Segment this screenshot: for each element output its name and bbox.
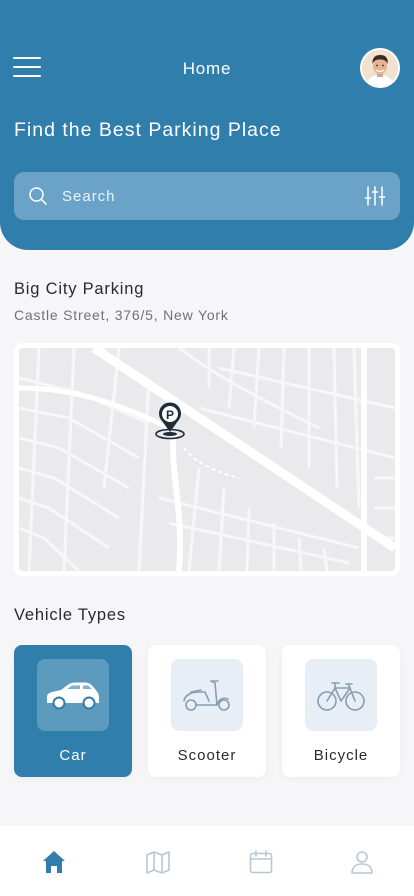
nav-map[interactable] xyxy=(144,848,172,876)
scooter-icon xyxy=(183,680,230,711)
parking-address: Castle Street, 376/5, New York xyxy=(14,307,229,323)
search-input[interactable] xyxy=(62,172,352,220)
user-avatar-icon xyxy=(362,50,398,86)
nav-home[interactable] xyxy=(40,848,68,876)
search-bar[interactable] xyxy=(14,172,400,220)
vehicle-card-scooter[interactable]: Scooter xyxy=(148,645,266,777)
parking-name: Big City Parking xyxy=(14,280,145,298)
headline: Find the Best Parking Place xyxy=(14,119,282,141)
vehicle-icon-tile xyxy=(171,659,243,731)
profile-icon xyxy=(351,851,373,874)
car-icon xyxy=(47,682,99,710)
vehicle-label: Car xyxy=(59,747,87,764)
header: Home Find the Best Parking Place xyxy=(0,0,414,250)
nav-profile[interactable] xyxy=(348,848,376,876)
map-icon xyxy=(146,851,170,874)
vehicle-label: Scooter xyxy=(177,747,237,764)
avatar[interactable] xyxy=(360,48,400,88)
home-icon xyxy=(43,851,65,873)
vehicle-card-bicycle[interactable]: Bicycle xyxy=(282,645,400,777)
vehicle-label: Bicycle xyxy=(313,747,369,764)
map-view[interactable]: P xyxy=(19,348,395,571)
search-icon xyxy=(29,187,47,205)
vehicle-card-car[interactable]: Car xyxy=(14,645,132,777)
sliders-filter-icon[interactable] xyxy=(364,185,386,207)
vehicle-types-title: Vehicle Types xyxy=(14,606,126,624)
map-card[interactable]: P xyxy=(14,343,400,576)
bottom-nav xyxy=(0,826,414,896)
svg-text:P: P xyxy=(166,408,174,422)
nav-calendar[interactable] xyxy=(247,848,275,876)
calendar-icon xyxy=(249,850,273,874)
page-title: Home xyxy=(182,59,232,78)
vehicle-icon-tile xyxy=(37,659,109,731)
vehicle-icon-tile xyxy=(305,659,377,731)
bicycle-icon xyxy=(317,682,365,711)
